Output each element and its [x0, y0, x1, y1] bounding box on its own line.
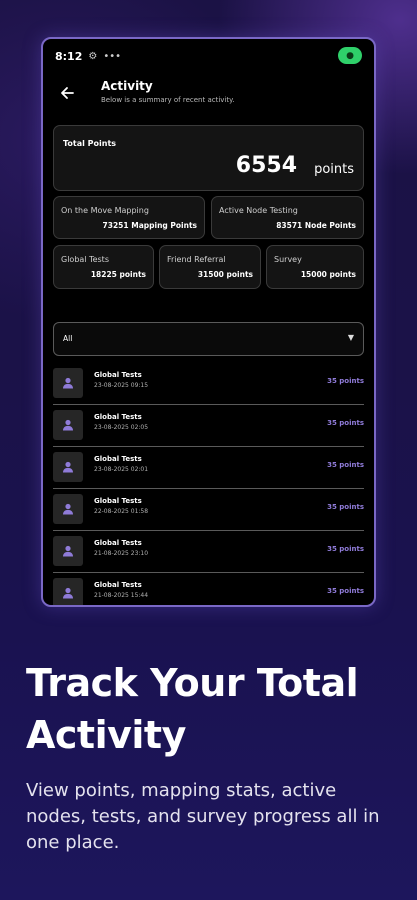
list-item[interactable]: Global Tests 23-08-2025 02:01 35 points	[53, 449, 364, 489]
activity-points: 35 points	[327, 545, 364, 553]
page-title: Activity	[101, 79, 153, 93]
activity-name: Global Tests	[94, 539, 142, 547]
activity-filter-dropdown[interactable]: All ▼	[53, 322, 364, 356]
phone-frame: 8:12 ⚙ ••• ● Activity Below is a summary…	[41, 37, 376, 607]
activity-points: 35 points	[327, 587, 364, 595]
activity-points: 35 points	[327, 419, 364, 427]
activity-date: 22-08-2025 01:58	[94, 508, 149, 515]
activity-date: 23-08-2025 09:15	[94, 382, 149, 389]
filter-selected-value: All	[63, 334, 73, 343]
dots-icon: •••	[103, 50, 122, 62]
activity-date: 21-08-2025 23:10	[94, 550, 149, 557]
user-icon	[53, 578, 83, 605]
activity-points: 35 points	[327, 503, 364, 511]
stat-card-survey: Survey 15000 points	[266, 245, 364, 289]
stat-label: Survey	[274, 255, 302, 264]
activity-points: 35 points	[327, 461, 364, 469]
activity-name: Global Tests	[94, 497, 142, 505]
list-item[interactable]: Global Tests 23-08-2025 09:15 35 points	[53, 365, 364, 405]
activity-name: Global Tests	[94, 371, 142, 379]
divider	[53, 404, 364, 405]
activity-date: 21-08-2025 15:44	[94, 592, 149, 599]
back-arrow-icon[interactable]	[55, 81, 79, 105]
stat-value: 83571 Node Points	[276, 221, 356, 230]
user-icon	[53, 410, 83, 440]
user-icon	[53, 368, 83, 398]
status-bar: 8:12 ⚙ ••• ●	[43, 39, 374, 73]
divider	[53, 446, 364, 447]
user-icon	[53, 536, 83, 566]
stat-value: 31500 points	[197, 270, 253, 279]
settings-icon: ⚙	[88, 50, 98, 62]
stat-value: 18225 points	[90, 270, 146, 279]
list-item[interactable]: Global Tests 21-08-2025 23:10 35 points	[53, 533, 364, 573]
total-points-value: 6554	[235, 153, 297, 178]
stat-label: Global Tests	[61, 255, 109, 264]
stat-card-node-testing: Active Node Testing 83571 Node Points	[211, 196, 364, 239]
stat-value: 15000 points	[300, 270, 356, 279]
stat-label: On the Move Mapping	[61, 206, 149, 215]
status-time: 8:12	[55, 49, 83, 63]
divider	[53, 572, 364, 573]
promo-description: View points, mapping stats, active nodes…	[26, 780, 380, 853]
activity-name: Global Tests	[94, 581, 142, 589]
stat-value: 73251 Mapping Points	[102, 221, 197, 230]
activity-date: 23-08-2025 02:01	[94, 466, 149, 473]
activity-points: 35 points	[327, 377, 364, 385]
promo-headline: Track Your Total Activity	[26, 661, 359, 757]
stat-card-global-tests: Global Tests 18225 points	[53, 245, 154, 289]
activity-name: Global Tests	[94, 413, 142, 421]
caret-down-icon: ▼	[347, 333, 354, 342]
stat-label: Friend Referral	[167, 255, 226, 264]
location-pin-icon: ●	[338, 47, 362, 64]
total-points-unit: points	[314, 162, 354, 177]
user-icon	[53, 494, 83, 524]
divider	[53, 488, 364, 489]
activity-name: Global Tests	[94, 455, 142, 463]
list-item[interactable]: Global Tests 23-08-2025 02:05 35 points	[53, 407, 364, 447]
app-bar: Activity Below is a summary of recent ac…	[43, 75, 374, 111]
list-item[interactable]: Global Tests 21-08-2025 15:44 35 points	[53, 575, 364, 605]
total-points-label: Total Points	[63, 139, 117, 148]
stat-label: Active Node Testing	[219, 206, 298, 215]
user-icon	[53, 452, 83, 482]
stat-card-friend-referral: Friend Referral 31500 points	[159, 245, 261, 289]
page-subtitle: Below is a summary of recent activity.	[101, 96, 235, 104]
activity-date: 23-08-2025 02:05	[94, 424, 149, 431]
list-item[interactable]: Global Tests 22-08-2025 01:58 35 points	[53, 491, 364, 531]
total-points-card: Total Points 6554 points	[53, 125, 364, 191]
divider	[53, 530, 364, 531]
stat-card-mapping: On the Move Mapping 73251 Mapping Points	[53, 196, 205, 239]
